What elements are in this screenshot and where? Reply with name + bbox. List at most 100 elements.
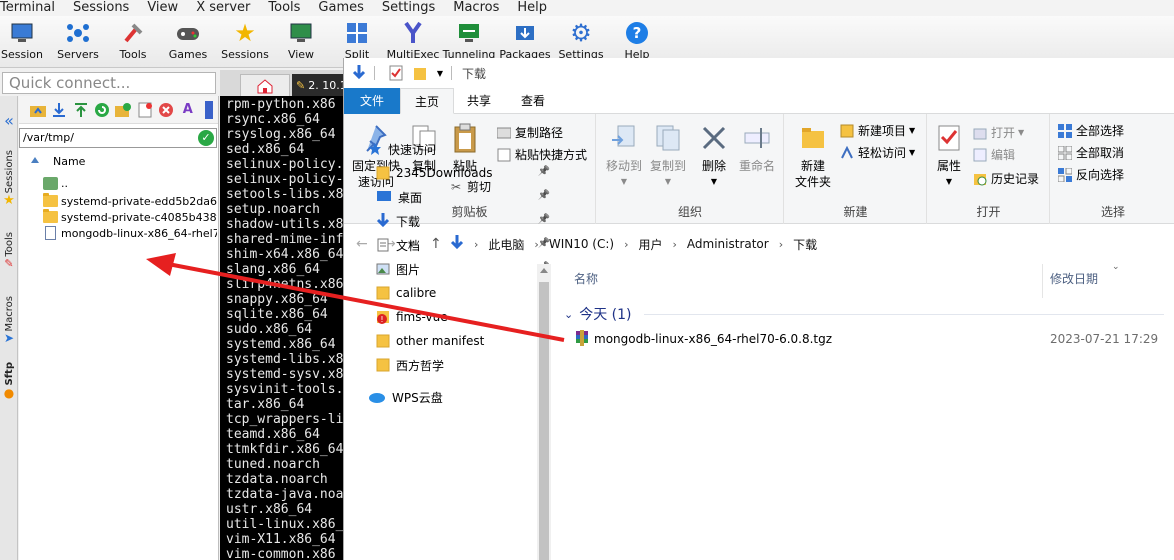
nav-item[interactable]: 桌面 📌 — [376, 186, 552, 208]
nav-item[interactable]: 西方哲学 — [376, 354, 552, 376]
group-header-today[interactable]: ⌄ 今天 (1) — [564, 304, 632, 324]
terminal-line: shim-x64.x86_64 — [226, 247, 344, 262]
games-button[interactable]: Games — [160, 20, 216, 66]
side-tab-sftp[interactable]: Sftp ● — [0, 362, 18, 400]
side-tab-strip: « Sessions ★ Tools ✎ Macros ➤ Sftp ● — [0, 96, 18, 560]
menu-sessions[interactable]: Sessions — [73, 0, 137, 16]
tab-view[interactable]: 查看 — [508, 88, 558, 114]
nav-item[interactable]: ! fims-vue — [376, 306, 552, 328]
menu-help[interactable]: Help — [517, 0, 555, 16]
back-arrow-icon[interactable]: ← — [356, 236, 368, 252]
session-button[interactable]: Session — [0, 20, 50, 66]
move-to-button[interactable]: 移动到 ▼ — [603, 122, 645, 190]
sessions-button[interactable]: ★ Sessions — [217, 20, 273, 66]
nav-item[interactable]: calibre — [376, 282, 552, 304]
view-button[interactable]: View — [273, 20, 329, 66]
quick-connect-input[interactable]: Quick connect... — [2, 72, 216, 94]
download-icon[interactable] — [50, 101, 67, 119]
path-ok-icon[interactable]: ✓ — [198, 130, 214, 146]
crumb-downloads[interactable]: 下载 — [793, 236, 817, 253]
home-tab[interactable] — [240, 74, 290, 96]
properties-icon[interactable] — [201, 100, 218, 119]
tab-home[interactable]: 主页 — [400, 88, 454, 114]
pin-icon[interactable]: 📌 — [538, 238, 550, 249]
column-name[interactable]: 名称 — [574, 270, 598, 287]
new-folder-button[interactable]: 新建 文件夹 — [791, 122, 835, 190]
parent-folder-icon[interactable] — [29, 101, 46, 119]
menu-tools[interactable]: Tools — [268, 0, 308, 16]
properties-button[interactable]: 属性 ▼ — [932, 122, 966, 190]
column-divider[interactable] — [1042, 264, 1043, 298]
invert-selection-button[interactable]: 反向选择 — [1057, 166, 1124, 183]
menu-macros[interactable]: Macros — [453, 0, 507, 16]
tab-share[interactable]: 共享 — [454, 88, 504, 114]
star-icon: ★ — [3, 193, 15, 209]
tab-file[interactable]: 文件 — [344, 88, 400, 114]
rename-button[interactable]: 重命名 — [735, 122, 779, 174]
nav-item[interactable]: 文档 📌 — [376, 234, 552, 256]
new-folder-icon[interactable] — [115, 101, 132, 119]
gear-icon: ⚙ — [570, 19, 592, 47]
crumb-admin[interactable]: Administrator — [687, 237, 769, 251]
menu-games[interactable]: Games — [318, 0, 371, 16]
sftp-path-input[interactable]: /var/tmp/ ✓ — [19, 128, 217, 148]
nav-item[interactable]: other manifest — [376, 330, 552, 352]
file-icon — [45, 226, 56, 240]
copy-to-button[interactable]: 复制到 ▼ — [647, 122, 689, 190]
sftp-column-header[interactable]: Name — [19, 154, 217, 170]
nav-item[interactable]: WPS云盘 — [368, 386, 544, 408]
sftp-row-parent[interactable]: .. — [43, 174, 217, 192]
nav-item[interactable]: 下载 📌 — [376, 210, 552, 232]
properties-check-icon[interactable] — [387, 64, 405, 82]
menu-view[interactable]: View — [147, 0, 186, 16]
scroll-up-icon[interactable] — [540, 268, 548, 273]
nav-item[interactable]: 2345Downloads 📌 — [376, 162, 552, 184]
easy-access-button[interactable]: 轻松访问 ▼ — [839, 144, 915, 161]
quick-access-dropdown-icon[interactable]: ▼ — [435, 64, 445, 82]
tools-button[interactable]: Tools — [105, 20, 161, 66]
history-button[interactable]: 历史记录 — [972, 170, 1039, 187]
menu-xserver[interactable]: X server — [196, 0, 258, 16]
new-folder-quick-icon[interactable] — [411, 64, 429, 82]
terminal-output[interactable]: rpm-python.x86 rsync.x86_64 rsyslog.x86_64… — [220, 96, 345, 560]
easy-access-icon — [839, 145, 855, 161]
history-icon — [972, 171, 988, 187]
edit-button[interactable]: 编辑 — [972, 146, 1015, 163]
terminal-line: systemd-libs.x8 — [226, 352, 344, 367]
upload-icon[interactable] — [72, 101, 89, 119]
folder-icon — [43, 209, 58, 223]
terminal-line: selinux-policy. — [226, 157, 344, 172]
nav-scrollbar[interactable] — [537, 264, 551, 560]
new-item-button[interactable]: 新建项目 ▼ — [839, 122, 915, 139]
column-modified[interactable]: 修改日期 — [1050, 270, 1098, 287]
crumb-drive[interactable]: WIN10 (C:) — [549, 237, 614, 251]
side-tab-tools[interactable]: Tools ✎ — [0, 232, 18, 270]
select-none-button[interactable]: 全部取消 — [1057, 144, 1124, 161]
open-button[interactable]: 打开 ▼ — [972, 124, 1024, 141]
side-tab-macros[interactable]: Macros ➤ — [0, 296, 18, 345]
pin-icon[interactable]: 📌 — [538, 166, 550, 177]
group-new: 新建 文件夹 新建项目 ▼ 轻松访问 ▼ 新建 — [785, 114, 927, 224]
servers-button[interactable]: Servers — [50, 20, 106, 66]
sftp-row-file[interactable]: mongodb-linux-x86_64-rhel70... — [43, 224, 217, 242]
side-tab-sessions[interactable]: Sessions ★ — [0, 150, 18, 208]
file-row[interactable]: mongodb-linux-x86_64-rhel70-6.0.8.tgz 20… — [574, 328, 1174, 350]
crumb-users[interactable]: 用户 — [638, 236, 662, 253]
rename-icon[interactable]: A — [179, 101, 196, 119]
collapse-sidebar-icon[interactable]: « — [0, 113, 18, 129]
menu-terminal[interactable]: Terminal — [0, 0, 63, 16]
select-all-button[interactable]: 全部选择 — [1057, 122, 1124, 139]
new-file-icon[interactable] — [136, 101, 153, 119]
delete-button[interactable]: 删除 ▼ — [697, 122, 731, 190]
delete-icon[interactable] — [158, 101, 175, 119]
pin-icon[interactable]: 📌 — [538, 214, 550, 225]
scroll-thumb[interactable] — [539, 282, 549, 560]
refresh-icon[interactable] — [93, 101, 110, 119]
nav-item-label: 西方哲学 — [396, 358, 445, 373]
pin-icon[interactable]: 📌 — [538, 190, 550, 201]
nav-item-label: 2345Downloads — [396, 166, 493, 180]
nav-item[interactable]: 快速访问 — [368, 138, 544, 160]
terminal-line: setup.noarch — [226, 202, 320, 217]
nav-item[interactable]: 图片📌 — [376, 258, 552, 280]
menu-settings[interactable]: Settings — [382, 0, 443, 16]
